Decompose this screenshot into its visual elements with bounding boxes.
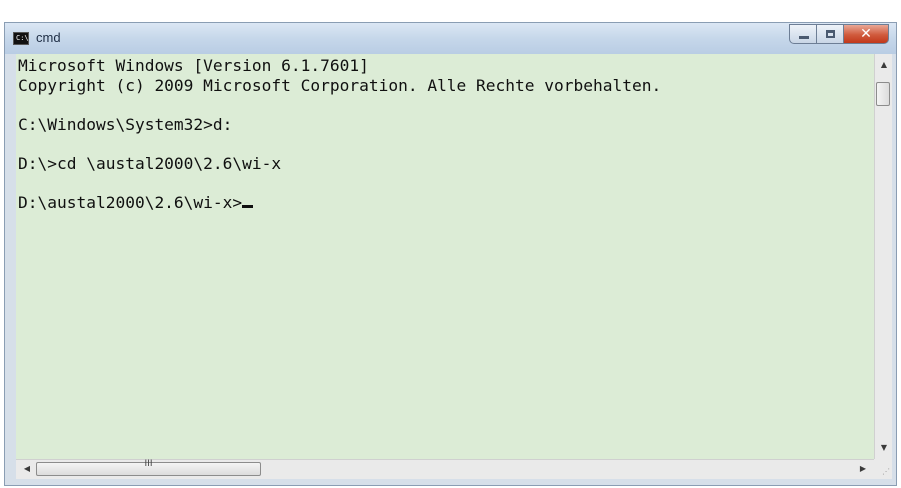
minimize-button[interactable] [789, 24, 817, 44]
close-icon: ✕ [860, 26, 872, 42]
vertical-scrollbar[interactable]: ▲ ▼ [874, 54, 892, 459]
close-button[interactable]: ✕ [844, 24, 889, 44]
scroll-down-button[interactable]: ▼ [875, 439, 893, 457]
vertical-scroll-thumb[interactable] [876, 82, 890, 106]
caption-buttons: ✕ [789, 24, 889, 44]
console-icon[interactable]: C:\ [13, 32, 29, 45]
text-cursor [242, 204, 254, 208]
console-text: Microsoft Windows [Version 6.1.7601] Cop… [16, 54, 874, 212]
scroll-left-button[interactable]: ◀ [18, 460, 36, 478]
horizontal-scrollbar[interactable]: ◀ III ▶ [16, 459, 874, 479]
grip-icon: III [144, 459, 153, 469]
console-line-1: Microsoft Windows [Version 6.1.7601] [18, 56, 369, 75]
maximize-button[interactable] [817, 24, 844, 44]
maximize-icon [826, 30, 835, 38]
minimize-icon [799, 36, 809, 39]
console-icon-text: C:\ [16, 34, 29, 42]
console-prompt: D:\austal2000\2.6\wi-x> [18, 192, 243, 212]
console-line-6: D:\>cd \austal2000\2.6\wi-x [18, 153, 282, 173]
horizontal-scroll-thumb[interactable]: III [36, 459, 261, 476]
console-output[interactable]: Microsoft Windows [Version 6.1.7601] Cop… [16, 54, 874, 459]
window-title: cmd [36, 30, 61, 45]
title-bar[interactable]: C:\ cmd ✕ [4, 22, 897, 54]
console-line-2: Copyright (c) 2009 Microsoft Corporation… [18, 75, 662, 95]
scroll-up-button[interactable]: ▲ [875, 56, 893, 74]
scroll-right-button[interactable]: ▶ [854, 460, 872, 478]
console-line-4: C:\Windows\System32>d: [18, 114, 233, 134]
resize-grip-icon[interactable]: ⋰ [874, 459, 892, 479]
